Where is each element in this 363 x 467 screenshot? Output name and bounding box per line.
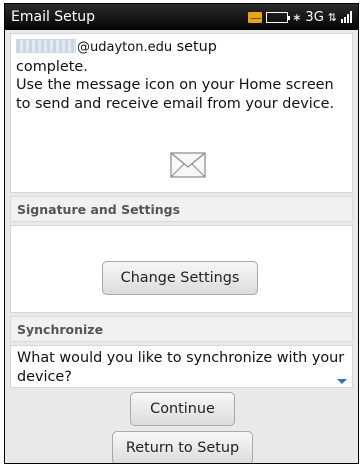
complete-word: complete. (16, 58, 88, 75)
network-type: 3G (305, 9, 324, 25)
bluetooth-icon: ∗ (292, 10, 302, 24)
synchronize-panel[interactable]: What would you like to synchronize with … (10, 345, 353, 388)
email-setup-screen: Email Setup ∗ 3G ⇅ @udayton.edu setup co… (4, 3, 359, 464)
status-bar: Email Setup ∗ 3G ⇅ (5, 4, 358, 30)
signal-strength-icon (341, 11, 352, 23)
setup-complete-message: @udayton.edu setup complete. Use the mes… (16, 38, 348, 113)
status-icons: ∗ 3G ⇅ (248, 10, 352, 25)
change-settings-button[interactable]: Change Settings (102, 261, 258, 295)
instructions-text: Use the message icon on your Home screen… (16, 77, 335, 112)
redacted-username (16, 39, 76, 53)
setup-complete-panel: @udayton.edu setup complete. Use the mes… (10, 33, 353, 193)
return-to-setup-button[interactable]: Return to Setup (112, 431, 253, 463)
continue-button[interactable]: Continue (130, 392, 235, 426)
synchronize-heading: Synchronize (10, 316, 353, 342)
setup-word: setup (176, 39, 217, 55)
new-message-icon (248, 11, 263, 23)
signature-settings-heading: Signature and Settings (10, 196, 353, 222)
screen-title: Email Setup (11, 9, 96, 25)
envelope-icon (170, 152, 206, 178)
battery-icon (266, 11, 291, 23)
data-transfer-icon: ⇅ (327, 10, 337, 24)
synchronize-question: What would you like to synchronize with … (17, 350, 345, 385)
scroll-down-icon[interactable] (337, 379, 347, 384)
email-domain: @udayton.edu (77, 40, 173, 55)
